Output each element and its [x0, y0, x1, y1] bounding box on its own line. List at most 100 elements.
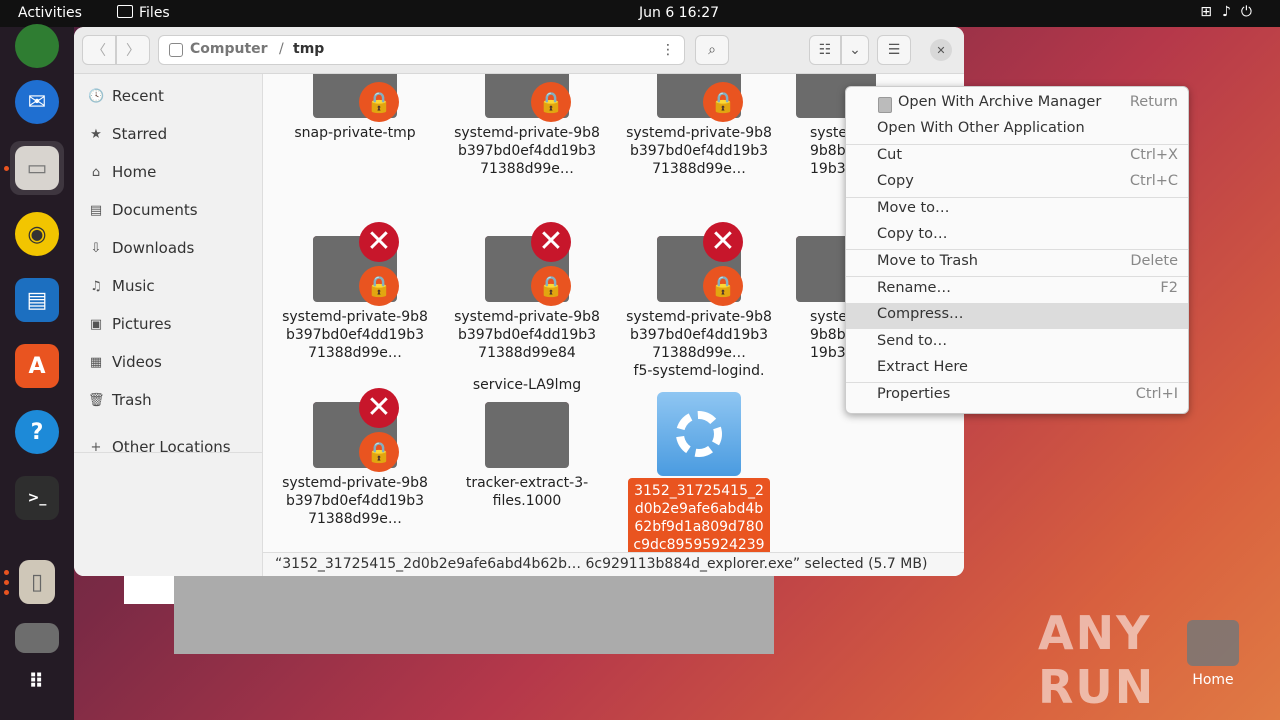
thunderbird-launcher[interactable]: ✉	[10, 75, 64, 129]
disk-icon	[169, 43, 183, 57]
file-label: tracker-extract-3-files.1000	[465, 475, 589, 509]
menu-item-move-to-trash[interactable]: Move to Trash Delete	[846, 250, 1188, 276]
close-button[interactable]: ✕	[930, 39, 952, 61]
chrome-launcher[interactable]	[10, 19, 64, 73]
forward-button[interactable]: 〉	[116, 35, 150, 65]
menu-item-accel: Delete	[1130, 253, 1178, 269]
menu-item-copy-to[interactable]: Copy to…	[846, 223, 1188, 249]
network-icon: ⊞	[1200, 4, 1222, 20]
running-indicator	[4, 590, 9, 595]
files-window: 〈 〉 Computer / tmp ⋮ ⌕ ☷ ⌄ ☰ ✕ 🕓 Recent ★…	[74, 27, 964, 576]
path-computer[interactable]: Computer	[190, 41, 268, 57]
file-item[interactable]: ✕ 🔒 systemd-private-9b8b397bd0ef4dd19b371…	[280, 388, 430, 528]
file-item[interactable]: 🔒 snap-private-tmp	[280, 74, 430, 142]
menu-item-rename[interactable]: Rename… F2	[846, 277, 1188, 303]
sidebar-item-music[interactable]: ♫ Music	[88, 275, 155, 297]
menu-item-label: Copy	[877, 173, 914, 189]
file-item[interactable]: 🔒 systemd-private-9b8b397bd0ef4dd19b3713…	[624, 74, 774, 178]
file-label: 3152_31725415_2d0b2e9afe6abd4b62bf9d1a80…	[628, 478, 770, 552]
error-icon: ✕	[703, 222, 743, 262]
menu-item-label: Move to…	[877, 200, 950, 216]
sidebar-item-other-locations[interactable]: + Other Locations	[88, 436, 231, 458]
sidebar-item-trash[interactable]: 🗑 Trash	[88, 389, 152, 411]
sidebar-item-label: Music	[112, 277, 155, 295]
archive-launcher[interactable]: ▯	[10, 555, 64, 609]
sidebar-item-starred[interactable]: ★ Starred	[88, 123, 167, 145]
menu-item-cut[interactable]: Cut Ctrl+X	[846, 144, 1188, 170]
menu-item-label: Move to Trash	[877, 253, 978, 269]
terminal-icon: >_	[15, 476, 59, 520]
video-icon: ▦	[89, 354, 103, 370]
sidebar-item-downloads[interactable]: ⇩ Downloads	[88, 237, 195, 259]
file-item[interactable]: 🔒 systemd-private-9b8b397bd0ef4dd19b3713…	[452, 74, 602, 178]
path-bar[interactable]: Computer / tmp	[158, 35, 685, 65]
file-item[interactable]: tracker-extract-3-files.1000	[452, 390, 602, 510]
folder-icon: 🔒	[657, 74, 743, 122]
sidebar-item-label: Downloads	[112, 239, 195, 257]
download-icon: ⇩	[90, 240, 102, 256]
menu-item-extract-here[interactable]: Extract Here	[846, 356, 1188, 382]
rhythmbox-launcher[interactable]: ◉	[10, 207, 64, 261]
search-button[interactable]: ⌕	[695, 35, 729, 65]
folder-icon: ✕ 🔒	[313, 388, 399, 472]
terminal-launcher[interactable]: >_	[10, 471, 64, 525]
view-list-button[interactable]: ☷	[809, 35, 841, 65]
app-center-launcher[interactable]: A	[10, 339, 64, 393]
lock-icon: 🔒	[703, 82, 743, 122]
executable-icon	[657, 392, 741, 476]
sidebar-item-label: Recent	[112, 87, 164, 105]
sidebar-item-pictures[interactable]: ▣ Pictures	[88, 313, 172, 335]
volume-icon: ♪	[1221, 4, 1241, 20]
libreoffice-writer-icon: ▤	[15, 278, 59, 322]
thunderbird-icon: ✉	[15, 80, 59, 124]
view-options-button[interactable]: ⌄	[841, 35, 869, 65]
menu-item-send-to[interactable]: Send to…	[846, 330, 1188, 356]
menu-item-accel: Return	[1129, 94, 1178, 110]
main-menu-button[interactable]: ☰	[877, 35, 911, 65]
lock-icon: 🔒	[703, 266, 743, 306]
sidebar-item-label: Other Locations	[112, 438, 231, 456]
files-launcher[interactable]: ▭	[10, 141, 64, 195]
folder-icon: ✕ 🔒	[313, 222, 399, 306]
menu-item-move-to[interactable]: Move to…	[846, 197, 1188, 223]
menu-item-copy[interactable]: Copy Ctrl+C	[846, 170, 1188, 196]
help-launcher[interactable]: ?	[10, 405, 64, 459]
sidebar-item-videos[interactable]: ▦ Videos	[88, 351, 162, 373]
search-icon: ⌕	[708, 42, 716, 58]
sidebar-item-documents[interactable]: ▤ Documents	[88, 199, 198, 221]
music-icon: ♫	[90, 278, 102, 294]
file-label: systemd-private-9b8b397bd0ef4dd19b371388…	[454, 125, 600, 177]
menu-item-open-other-app[interactable]: Open With Other Application	[846, 117, 1188, 143]
back-button[interactable]: 〈	[82, 35, 116, 65]
writer-launcher[interactable]: ▤	[10, 273, 64, 327]
list-icon: ☷	[818, 42, 832, 58]
clock[interactable]: Jun 6 16:27	[639, 5, 719, 21]
menu-item-label: Compress…	[877, 306, 964, 322]
menu-item-properties[interactable]: Properties Ctrl+I	[846, 383, 1188, 409]
header-bar: 〈 〉 Computer / tmp ⋮ ⌕ ☷ ⌄ ☰ ✕	[74, 27, 964, 74]
file-item[interactable]: ✕ 🔒 systemd-private-9b8b397bd0ef4dd19b371…	[624, 222, 774, 380]
show-apps-button[interactable]: ⠿	[10, 654, 64, 708]
path-current[interactable]: tmp	[293, 41, 324, 57]
app-menu[interactable]: Files	[117, 5, 170, 21]
file-label-overflow: f5-systemd-logind.	[633, 363, 765, 379]
menu-item-open-archive-manager[interactable]: Open With Archive Manager Return	[846, 91, 1188, 117]
system-tray[interactable]: ⊞♪⏻	[1200, 4, 1262, 20]
files-icon: ▭	[15, 146, 59, 190]
app-name: Files	[139, 5, 170, 21]
sidebar-item-home[interactable]: ⌂ Home	[88, 161, 156, 183]
folder-icon: ✕ 🔒	[657, 222, 743, 306]
file-item[interactable]: ✕ 🔒 systemd-private-9b8b397bd0ef4dd19b371…	[452, 222, 602, 394]
more-options-button[interactable]: ⋮	[651, 35, 685, 65]
running-indicator	[4, 166, 9, 171]
menu-item-label: Properties	[877, 386, 951, 402]
file-item[interactable]: ✕ 🔒 systemd-private-9b8b397bd0ef4dd19b371…	[280, 222, 430, 362]
clock-icon: 🕓	[88, 88, 105, 104]
menu-item-accel: F2	[1160, 280, 1178, 296]
sidebar-item-recent[interactable]: 🕓 Recent	[88, 85, 164, 107]
file-item-selected[interactable]: 3152_31725415_2d0b2e9afe6abd4b62bf9d1a80…	[624, 392, 774, 552]
sidebar-item-label: Starred	[112, 125, 168, 143]
menu-item-compress[interactable]: Compress…	[846, 303, 1188, 329]
rhythmbox-icon: ◉	[15, 212, 59, 256]
menu-item-label: Open With Other Application	[877, 120, 1085, 136]
